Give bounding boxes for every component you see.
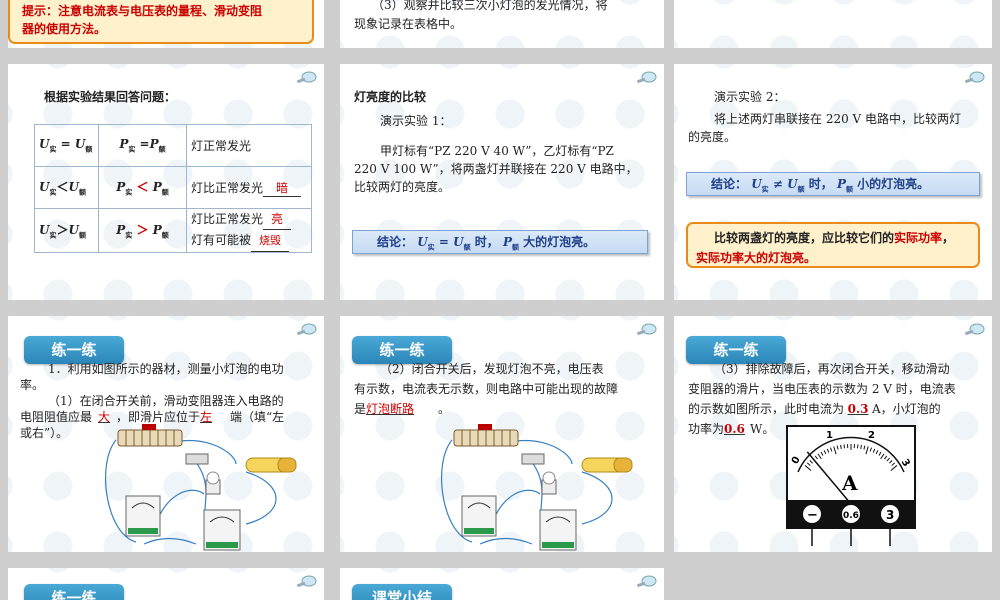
magnifier-icon xyxy=(296,575,317,588)
circuit-diagram xyxy=(105,424,297,551)
p2-line-1: （2）闭合开关后，发现灯泡不亮，电压表 xyxy=(380,362,604,376)
table-row: U实 = U额 P实 =P额 灯正常发光 xyxy=(34,124,312,167)
demo2-text-1: 将上述两灯串联接在 220 V 电路中，比较两灯 xyxy=(714,112,962,126)
hint-text-2: 器的使用方法。 xyxy=(22,22,107,36)
circuit-diagram xyxy=(441,424,633,551)
terminal-0-6: 0.6 xyxy=(843,511,859,521)
ammeter-unit: A xyxy=(841,471,858,495)
hint-text: 提示：注意电流表与电压表的量程、滑动变阻 xyxy=(22,4,263,18)
conclusion-mid: 时， xyxy=(474,235,499,249)
results-table: U实 = U额 P实 =P额 灯正常发光 U实＜U额 P实 ＜ P额 灯比正常发… xyxy=(34,124,312,253)
demo1-text-1: 甲灯标有“PZ 220 V 40 W”，乙灯标有“PZ xyxy=(380,144,614,158)
slide-practice-2[interactable]: 练一练 （2）闭合开关后，发现灯泡不亮，电压表 有示数，电流表无示数，则电路中可… xyxy=(340,316,664,552)
series-conclusion: 结论： U实 ≠ U额 时， P额 小的灯泡亮。 xyxy=(686,172,980,196)
row2-answer: 暗 xyxy=(263,179,302,197)
scale-tick xyxy=(860,444,862,449)
hint-box: 提示：注意电流表与电压表的量程、滑动变阻 器的使用方法。 xyxy=(8,0,314,44)
slide-series[interactable]: 演示实验 2： 将上述两灯串联接在 220 V 电路中，比较两灯 的亮度。 结论… xyxy=(674,64,992,300)
p2-line-2: 有示数，电流表无示数，则电路中可能出现的故障 xyxy=(354,382,619,396)
slide-practice-1[interactable]: 练一练 1．利用如图所示的器材，测量小灯泡的电功 率。 （1）在闭合开关前，滑动… xyxy=(8,316,324,552)
p3-answer-1: 0.3 xyxy=(847,402,869,416)
scale-label: 2 xyxy=(868,430,875,441)
terminal-3: 3 xyxy=(886,508,894,522)
observe-line-2: 现象记录在表格中。 xyxy=(354,17,463,31)
magnifier-icon xyxy=(296,323,317,336)
p3-line-4: 功率为0.6 W。 xyxy=(688,420,774,439)
p3-answer-2: 0.6 xyxy=(724,422,745,436)
note-comma: ， xyxy=(942,231,955,245)
row2-desc: 灯比正常发光 xyxy=(191,180,264,195)
table-row: U实＜U额 P实 ＜ P额 灯比正常发光暗 xyxy=(34,166,312,209)
p1-line-2: 率。 xyxy=(20,378,45,392)
magnifier-icon xyxy=(636,575,657,588)
observe-line-1: （3）观察并比较三次小灯泡的发光情况，将 xyxy=(372,0,608,12)
magnifier-icon xyxy=(636,71,657,84)
magnifier-icon xyxy=(296,71,317,84)
p3-line-1: （3）排除故障后，再次闭合开关，移动滑动 xyxy=(714,362,950,376)
slide-practice-3[interactable]: 练一练 （3）排除故障后，再次闭合开关，移动滑动 变阻器的滑片，当电压表的示数为… xyxy=(674,316,992,552)
conclusion-label: 结论： xyxy=(377,235,414,249)
magnifier-icon xyxy=(964,323,985,336)
demo2-text-2: 的亮度。 xyxy=(688,130,737,144)
slide-results-table[interactable]: 根据实验结果回答问题： U实 = U额 P实 =P额 灯正常发光 U实＜U额 P… xyxy=(8,64,324,300)
p3-line-2: 变阻器的滑片，当电压表的示数为 2 V 时，电流表 xyxy=(688,382,956,396)
slide-blank-top[interactable] xyxy=(674,0,992,48)
conclusion-end: 小的灯泡亮。 xyxy=(857,177,930,191)
conclusion-mid: 时， xyxy=(808,177,833,191)
terminal-minus: − xyxy=(807,508,818,523)
slide-hint[interactable]: 提示：注意电流表与电压表的量程、滑动变阻 器的使用方法。 xyxy=(8,0,324,48)
scale-tick xyxy=(840,444,842,449)
parallel-conclusion: 结论： U实 = U额 时， P额 大的灯泡亮。 xyxy=(352,230,648,254)
row3-answer: 亮 xyxy=(263,209,292,230)
parallel-heading: 灯亮度的比较 xyxy=(354,90,427,104)
slide-practice-4[interactable]: 练一练 xyxy=(8,568,324,600)
magnifier-icon xyxy=(636,323,657,336)
note-text-1: 比较两盏灯的亮度，应比较它们的 xyxy=(714,231,895,245)
p1-line-1: 1．利用如图所示的器材，测量小灯泡的电功 xyxy=(48,362,284,376)
series-note: 比较两盏灯的亮度，应比较它们的实际功率， 实际功率大的灯泡亮。 xyxy=(686,222,980,268)
magnifier-icon xyxy=(964,71,985,84)
summary-tab[interactable]: 课堂小结 xyxy=(352,584,452,600)
row3-desc-2: 灯有可能被 xyxy=(191,233,252,247)
note-text-2: 实际功率大的灯泡亮。 xyxy=(696,251,817,265)
p2-answer: 灯泡断路 xyxy=(366,402,415,416)
row3-answer-2: 烧毁 xyxy=(251,231,290,252)
conclusion-end: 大的灯泡亮。 xyxy=(523,235,596,249)
demo1-label: 演示实验 1： xyxy=(380,114,452,128)
demo1-text-3: 比较两灯的亮度。 xyxy=(354,180,451,194)
row1-desc: 灯正常发光 xyxy=(186,124,312,167)
slide-summary[interactable]: 课堂小结 xyxy=(340,568,664,600)
p2-line-3: 是灯泡断路。 xyxy=(354,400,450,419)
slide-observe[interactable]: （3）观察并比较三次小灯泡的发光情况，将 现象记录在表格中。 xyxy=(340,0,664,48)
results-heading: 根据实验结果回答问题： xyxy=(44,90,177,104)
ammeter-dial: 0 1 2 3 A − 0.6 3 xyxy=(786,425,916,546)
p1-line-5: 或右”）。 xyxy=(20,426,69,440)
p3-line-3: 的示数如图所示，此时电流为 0.3 A，小灯泡的 xyxy=(688,400,941,419)
note-highlight: 实际功率 xyxy=(894,231,943,245)
table-row: U实＞U额 P实 ＞ P额 灯比正常发光亮灯有可能被 烧毁 xyxy=(34,208,312,253)
scale-label: 1 xyxy=(826,430,833,441)
practice-tab[interactable]: 练一练 xyxy=(24,584,124,600)
conclusion-label: 结论： xyxy=(711,177,748,191)
row3-desc: 灯比正常发光 xyxy=(191,212,264,226)
slide-parallel[interactable]: 灯亮度的比较 演示实验 1： 甲灯标有“PZ 220 V 40 W”，乙灯标有“… xyxy=(340,64,664,300)
demo2-label: 演示实验 2： xyxy=(714,90,786,104)
demo1-text-2: 220 V 100 W”，将两盏灯并联接在 220 V 电路中， xyxy=(354,162,638,176)
